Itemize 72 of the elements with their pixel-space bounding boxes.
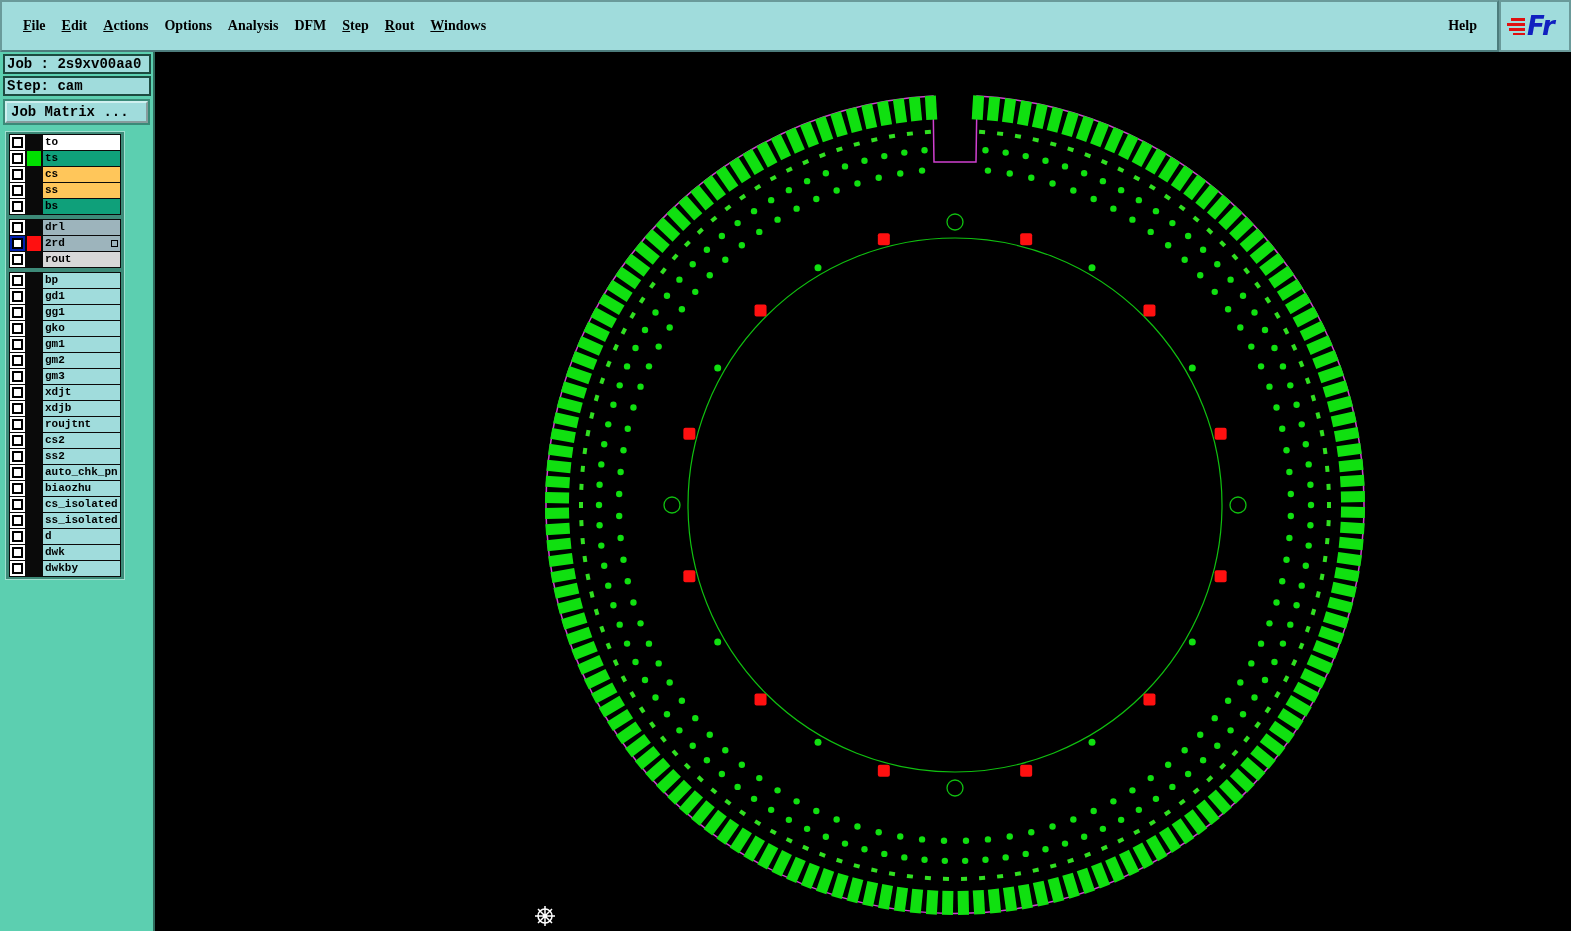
menu-item[interactable]: Step: [334, 18, 377, 34]
layer-name[interactable]: gg1: [43, 305, 120, 320]
layer-name[interactable]: dwk: [43, 545, 120, 560]
logo-text: Fr: [1527, 11, 1555, 41]
layer-name[interactable]: ss: [43, 183, 120, 198]
layer-select-marker[interactable]: [10, 236, 25, 251]
layer-select-marker[interactable]: [10, 369, 25, 384]
help-menu[interactable]: Help: [1440, 18, 1485, 34]
layer-select-marker[interactable]: [10, 353, 25, 368]
layer-select-marker[interactable]: [10, 252, 25, 267]
layer-select-marker[interactable]: [10, 529, 25, 544]
layer-select-marker[interactable]: [10, 449, 25, 464]
layer-name[interactable]: cs: [43, 167, 120, 182]
layer-name[interactable]: 2rd: [43, 236, 120, 251]
layer-select-marker[interactable]: [10, 481, 25, 496]
layer-name[interactable]: xdjt: [43, 385, 120, 400]
layer-name[interactable]: gko: [43, 321, 120, 336]
layer-name[interactable]: drl: [43, 220, 120, 235]
layer-color-swatch[interactable]: [27, 236, 41, 251]
menu-item[interactable]: Analysis: [219, 18, 287, 34]
layer-select-marker[interactable]: [10, 417, 25, 432]
crosshair-cursor-icon: [534, 905, 556, 927]
menu-item[interactable]: File: [15, 18, 54, 34]
layer-select-marker[interactable]: [10, 497, 25, 512]
speed-lines-icon: [1505, 16, 1525, 36]
job-label: Job : 2s9xv00aa0: [3, 54, 151, 74]
layer-name[interactable]: xdjb: [43, 401, 120, 416]
layer-name[interactable]: cs2: [43, 433, 120, 448]
layer-name[interactable]: d: [43, 529, 120, 544]
layer-name[interactable]: bp: [43, 273, 120, 288]
layer-select-marker[interactable]: [10, 305, 25, 320]
layer-select-marker[interactable]: [10, 199, 25, 214]
layer-select-marker[interactable]: [10, 183, 25, 198]
layer-name[interactable]: cs_isolated: [43, 497, 120, 512]
layer-select-marker[interactable]: [10, 337, 25, 352]
layer-name[interactable]: gm2: [43, 353, 120, 368]
menu-item[interactable]: Actions: [95, 18, 157, 34]
layer-name[interactable]: ts: [43, 151, 120, 166]
layer-select-marker[interactable]: [10, 545, 25, 560]
menu-item[interactable]: Rout: [376, 18, 423, 34]
layer-name[interactable]: auto_chk_pn: [43, 465, 120, 480]
menu-item[interactable]: Edit: [53, 18, 96, 34]
layer-name[interactable]: gm3: [43, 369, 120, 384]
layer-name[interactable]: bs: [43, 199, 120, 214]
menu-item[interactable]: DFM: [286, 18, 335, 34]
layer-select-marker[interactable]: [10, 513, 25, 528]
layer-select-marker[interactable]: [10, 220, 25, 235]
layer-name[interactable]: to: [43, 135, 120, 150]
layer-select-marker[interactable]: [10, 273, 25, 288]
layer-select-marker[interactable]: [10, 385, 25, 400]
layer-select-marker[interactable]: [10, 135, 25, 150]
layer-select-marker[interactable]: [10, 289, 25, 304]
layer-name[interactable]: gd1: [43, 289, 120, 304]
layer-select-marker[interactable]: [10, 167, 25, 182]
layer-name[interactable]: biaozhu: [43, 481, 120, 496]
layer-name[interactable]: gm1: [43, 337, 120, 352]
menu-item[interactable]: Options: [156, 18, 220, 34]
layer-select-marker[interactable]: [10, 561, 25, 576]
layer-name[interactable]: ss2: [43, 449, 120, 464]
layer-select-marker[interactable]: [10, 465, 25, 480]
layer-select-marker[interactable]: [10, 401, 25, 416]
layer-name[interactable]: rout: [43, 252, 120, 267]
layer-name[interactable]: roujtnt: [43, 417, 120, 432]
layer-select-marker[interactable]: [10, 151, 25, 166]
layer-color-swatch[interactable]: [27, 151, 41, 166]
layer-name[interactable]: dwkby: [43, 561, 120, 576]
job-matrix-button[interactable]: Job Matrix ...: [5, 101, 148, 123]
step-label: Step: cam: [3, 76, 151, 96]
layer-select-marker[interactable]: [10, 321, 25, 336]
layer-name[interactable]: ss_isolated: [43, 513, 120, 528]
menu-item[interactable]: Windows: [422, 18, 495, 34]
layer-select-marker[interactable]: [10, 433, 25, 448]
